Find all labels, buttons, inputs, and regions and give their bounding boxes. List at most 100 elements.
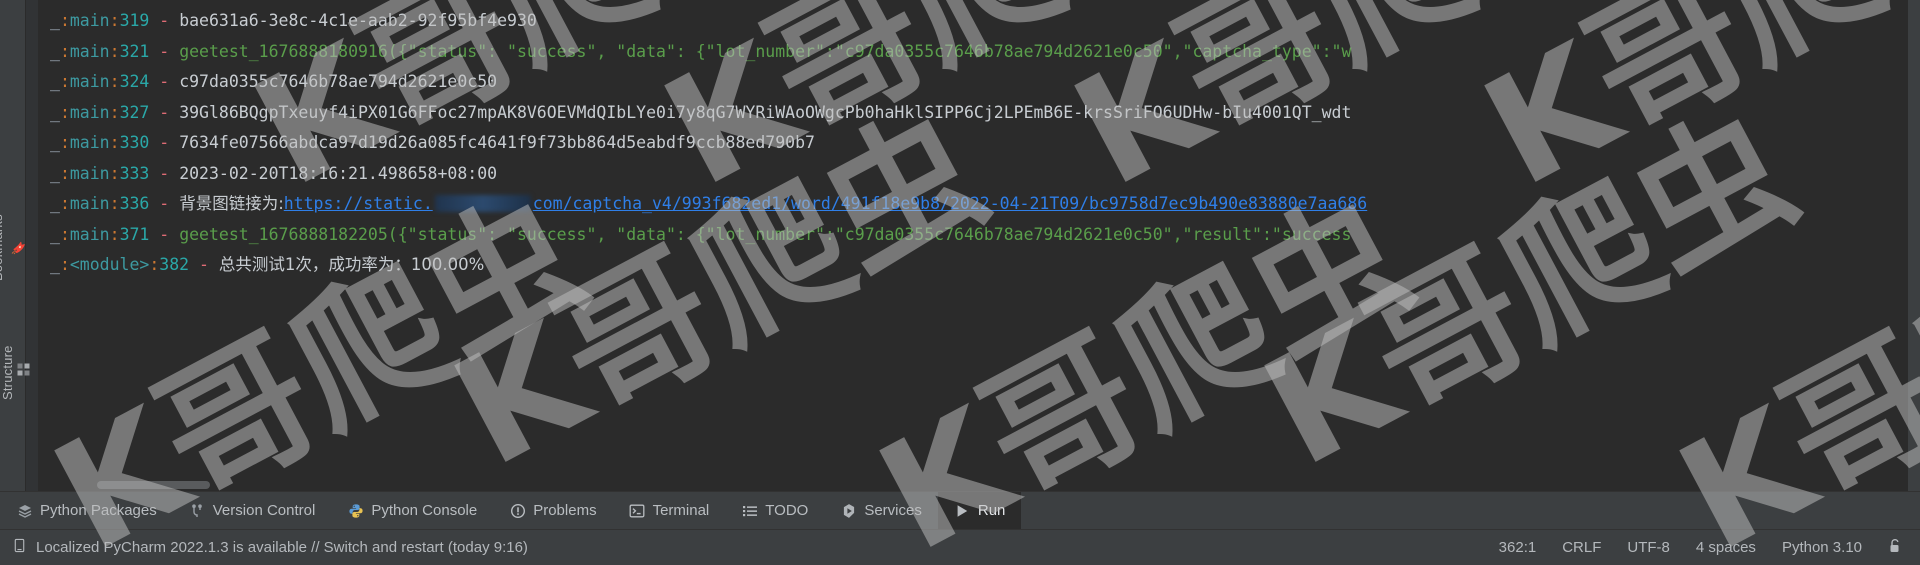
run-console-panel: _:main:319 - bae631a6-3e8c-4c1e-aab2-92f… xyxy=(26,0,1920,491)
python-interpreter[interactable]: Python 3.10 xyxy=(1782,539,1862,556)
line-separator[interactable]: CRLF xyxy=(1562,539,1601,556)
console-line-prefix: _ xyxy=(50,102,60,122)
console-line-scope: main xyxy=(69,11,110,30)
console-line-dash: - xyxy=(149,163,180,183)
console-vertical-scrollbar[interactable] xyxy=(1908,0,1920,491)
unlocked-lock-icon[interactable] xyxy=(1888,538,1902,558)
console-hscroll-thumb[interactable] xyxy=(97,481,210,489)
console-line-sep: : xyxy=(59,163,70,183)
tool-window-tab-bar: Python Packages Version Control Python Con… xyxy=(0,491,1920,530)
console-line-dash: - xyxy=(189,255,219,274)
console-line-scope: main xyxy=(69,194,110,213)
console-line-number: 336 xyxy=(119,194,150,213)
tool-tab-version-control[interactable]: Version Control xyxy=(173,492,332,530)
tool-tab-terminal[interactable]: Terminal xyxy=(613,492,726,530)
console-line: _:main:321 - geetest_1676888180916({"sta… xyxy=(39,37,1908,68)
sidebar-tab-bookmarks-label: Bookmarks xyxy=(0,214,5,282)
console-line-sep: : xyxy=(59,102,70,122)
console-line-text: c97da0355c7646b78ae794d2621e0c50 xyxy=(179,72,498,91)
console-line-prefix: _ xyxy=(50,41,60,61)
tool-tab-label: Services xyxy=(864,502,922,519)
tool-tab-python-console[interactable]: Python Console xyxy=(331,492,493,530)
console-line-prefix: _ xyxy=(50,11,60,30)
console-line: _:main:333 - 2023-02-20T18:16:21.498658+… xyxy=(39,159,1908,190)
tool-tab-services[interactable]: Services xyxy=(824,492,938,530)
console-line-prefix: _ xyxy=(50,255,60,274)
console-line-sep: : xyxy=(109,194,120,213)
console-line-sep: : xyxy=(59,133,70,152)
tool-tab-problems[interactable]: Problems xyxy=(493,492,612,530)
tool-tab-python-packages[interactable]: Python Packages xyxy=(0,492,173,530)
console-line: _:main:336 - 背景图链接为:https://static. com/c… xyxy=(39,189,1908,220)
console-line: _:main:330 - 7634fe07566abdca97d19d26a08… xyxy=(39,128,1908,159)
console-line-scope: main xyxy=(69,224,110,244)
console-line-sep: : xyxy=(109,72,120,91)
console-line-dash: - xyxy=(149,72,180,91)
redacted-domain xyxy=(434,195,531,212)
notification-icon[interactable] xyxy=(12,538,27,558)
console-line-number: 371 xyxy=(119,224,150,244)
tool-tab-label: Python Packages xyxy=(40,502,157,519)
python-icon xyxy=(347,502,364,519)
console-line: _:main:319 - bae631a6-3e8c-4c1e-aab2-92f… xyxy=(39,6,1908,37)
tool-tab-run[interactable]: Run xyxy=(937,491,1022,530)
console-line-dash: - xyxy=(149,102,180,122)
services-icon xyxy=(840,502,857,519)
caret-position[interactable]: 362:1 xyxy=(1499,539,1537,556)
console-line-number: 321 xyxy=(119,41,150,61)
structure-icon xyxy=(17,363,30,376)
console-line-sep: : xyxy=(109,102,120,122)
sidebar-tab-structure[interactable]: Structure xyxy=(0,318,30,428)
console-line-prefix: _ xyxy=(50,194,60,213)
terminal-icon xyxy=(629,502,646,519)
console-line-scope: main xyxy=(69,102,110,122)
console-gutter xyxy=(26,0,39,491)
console-line: _:<module>:382 - 总共测试1次，成功率为：100.00% xyxy=(39,250,1908,281)
console-line-prefix: _ xyxy=(50,163,60,183)
file-encoding[interactable]: UTF-8 xyxy=(1627,539,1670,556)
console-line: _:main:327 - 39Gl86BQgpTxeuyf4iPX01G6FFo… xyxy=(39,98,1908,129)
sidebar-tab-bookmarks[interactable]: 🔖 Bookmarks xyxy=(0,188,26,308)
console-link[interactable]: https://static. com/captcha_v4/993f682ed1… xyxy=(284,194,1367,213)
todo-icon xyxy=(741,502,758,519)
console-line-text: bae631a6-3e8c-4c1e-aab2-92f95bf4e930 xyxy=(179,11,537,30)
console-link-tail: com/captcha_v4/993f682ed1/word/491f18e9b… xyxy=(532,194,1368,213)
console-line-number: 333 xyxy=(119,163,150,183)
indent-setting[interactable]: 4 spaces xyxy=(1696,539,1756,556)
packages-icon xyxy=(16,502,33,519)
tool-tab-label: Terminal xyxy=(652,502,710,519)
console-line: _:main:371 - geetest_1676888182205({"sta… xyxy=(39,220,1908,251)
console-horizontal-scrollbar[interactable] xyxy=(39,479,1908,491)
console-line-dash: - xyxy=(149,224,180,244)
tool-tab-label: TODO xyxy=(765,502,809,519)
console-line-sep: : xyxy=(109,163,120,183)
console-line-sep: : xyxy=(109,224,120,244)
console-line-number: 382 xyxy=(159,255,190,274)
tool-tab-label: Run xyxy=(977,502,1006,519)
console-line-sep: : xyxy=(149,255,160,274)
problems-icon xyxy=(509,502,526,519)
console-line-scope: main xyxy=(69,163,110,183)
console-line-dash: - xyxy=(149,41,180,61)
bookmark-icon: 🔖 xyxy=(11,240,26,256)
pycharm-window: 🔖 Bookmarks Structure _:main:319 - bae63… xyxy=(0,0,1920,565)
sidebar-tab-structure-label: Structure xyxy=(0,345,15,401)
status-bar-message[interactable]: Localized PyCharm 2022.1.3 is available … xyxy=(36,539,528,556)
console-line-prefix: _ xyxy=(50,133,60,152)
status-bar-left: Localized PyCharm 2022.1.3 is available … xyxy=(0,538,528,558)
console-line-text: 7634fe07566abdca97d19d26a085fc4641f9f73b… xyxy=(179,133,815,152)
console-line-dash: - xyxy=(149,194,180,213)
console-line-text: geetest_1676888180916({"status": "succes… xyxy=(179,41,1352,61)
console-line-text: 39Gl86BQgpTxeuyf4iPX01G6FFoc27mpAK8V6OEV… xyxy=(179,102,1352,122)
console-line-sep: : xyxy=(109,133,120,152)
console-line-dash: - xyxy=(149,11,180,30)
tool-tab-todo[interactable]: TODO xyxy=(725,492,824,530)
console-output[interactable]: _:main:319 - bae631a6-3e8c-4c1e-aab2-92f… xyxy=(39,0,1908,479)
console-line-sep: : xyxy=(59,224,70,244)
status-bar: Localized PyCharm 2022.1.3 is available … xyxy=(0,529,1920,565)
console-line-number: 319 xyxy=(119,11,150,30)
console-line-sep: : xyxy=(109,41,120,61)
console-line-sep: : xyxy=(59,11,70,30)
console-line-number: 327 xyxy=(119,102,150,122)
console-line-scope: main xyxy=(69,41,110,61)
